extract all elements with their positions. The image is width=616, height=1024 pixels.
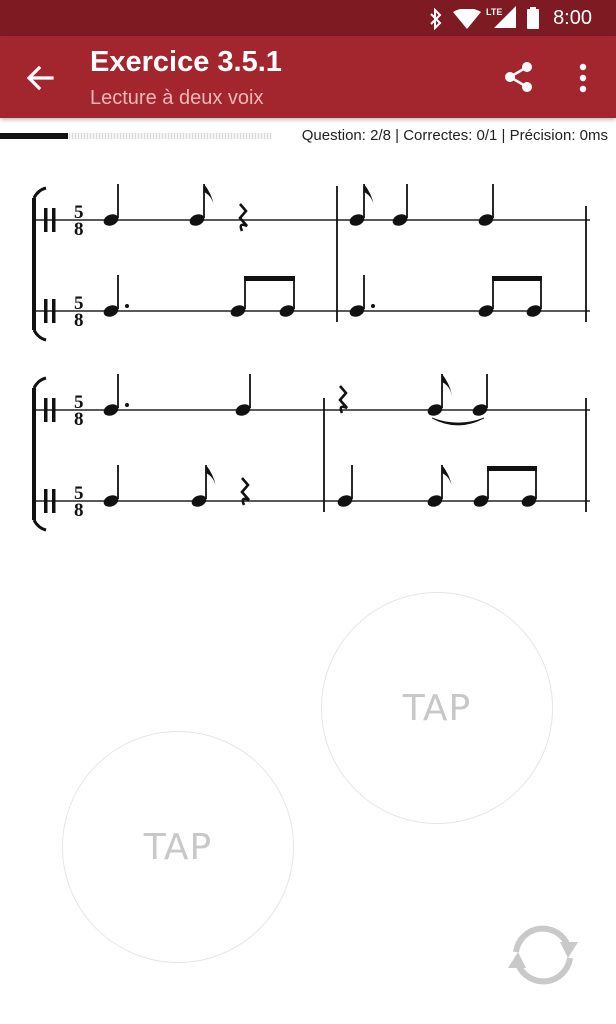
lte-signal-icon: LTE (486, 6, 516, 28)
eighth-note (347, 184, 374, 228)
quarter-note (101, 465, 121, 509)
clock: 8:00 (553, 7, 592, 29)
progress-fill (0, 133, 68, 139)
eighth-note (425, 465, 452, 509)
battery-icon (527, 7, 539, 29)
time-sig-denominator: 8 (74, 310, 84, 331)
status-bar: LTE 8:00 (0, 0, 616, 36)
quarter-note (335, 465, 355, 509)
music-score: 5 8 5 8 5 8 5 8 (32, 184, 590, 532)
wifi-icon (453, 9, 481, 29)
tie (431, 417, 485, 426)
share-icon[interactable] (502, 60, 536, 94)
quarter-rest (338, 385, 348, 414)
tap-button-upper-voice[interactable]: TAP (321, 592, 553, 824)
lte-label: LTE (486, 7, 502, 17)
tap-label: TAP (402, 687, 472, 729)
quarter-note (470, 374, 490, 418)
dotted-quarter-note (101, 275, 129, 319)
quarter-rest (238, 203, 248, 232)
refresh-icon[interactable] (502, 922, 584, 988)
page-title: Exercice 3.5.1 (90, 46, 282, 78)
tap-button-lower-voice[interactable]: TAP (62, 731, 294, 963)
bluetooth-icon (430, 8, 442, 30)
beamed-eighth-notes (471, 466, 539, 509)
quarter-note (476, 184, 496, 228)
quarter-note (101, 184, 121, 228)
eighth-note (425, 374, 452, 418)
score-system-1: 5 8 5 8 (32, 184, 590, 342)
dotted-quarter-note (347, 275, 375, 319)
back-arrow-icon[interactable] (22, 60, 58, 96)
score-system-2: 5 8 5 8 (32, 374, 590, 532)
question-stats: Question: 2/8 | Correctes: 0/1 | Précisi… (301, 127, 608, 144)
page-subtitle: Lecture à deux voix (90, 87, 264, 109)
beamed-eighth-notes (476, 276, 544, 319)
progress-bar (0, 130, 272, 140)
eighth-note (189, 465, 216, 509)
beamed-eighth-notes (228, 276, 297, 319)
time-sig-denominator: 8 (74, 500, 84, 521)
quarter-note (233, 374, 253, 418)
time-sig-denominator: 8 (74, 219, 84, 240)
quarter-note (390, 184, 410, 228)
app-bar: Exercice 3.5.1 Lecture à deux voix (0, 36, 616, 118)
time-sig-denominator: 8 (74, 409, 84, 430)
dotted-quarter-note (101, 374, 129, 418)
tap-label: TAP (143, 826, 213, 868)
eighth-note (187, 184, 214, 228)
more-vert-icon[interactable] (568, 62, 598, 94)
